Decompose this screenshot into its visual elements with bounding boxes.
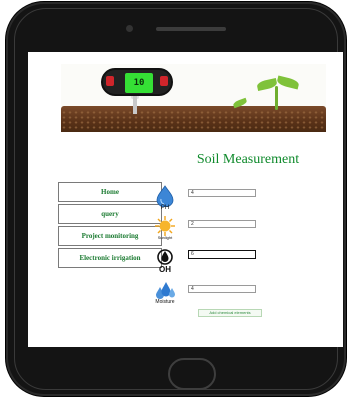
moisture-row: Moisture 4: [150, 279, 290, 309]
ph-input[interactable]: 4: [188, 189, 256, 197]
oh-row: OH 6: [150, 246, 290, 276]
phone-frame: 10 Soil Measurement Home query Project m…: [6, 2, 346, 396]
app-screen: 10 Soil Measurement Home query Project m…: [28, 52, 343, 347]
meter-display: 10: [125, 73, 153, 93]
nav-query[interactable]: query: [58, 204, 162, 224]
earpiece-speaker: [156, 27, 226, 31]
soil-meter-icon: 10: [101, 68, 173, 96]
moisture-input[interactable]: 4: [188, 285, 256, 293]
meter-button-right: [160, 76, 168, 86]
meter-button-left: [106, 76, 114, 86]
front-camera: [126, 25, 133, 32]
sun-icon: [155, 216, 175, 236]
nav-home[interactable]: Home: [58, 182, 162, 202]
home-key[interactable]: [168, 358, 216, 390]
add-chemical-elements-button[interactable]: Add chemical elements: [198, 309, 262, 317]
ph-label: PH: [160, 205, 170, 211]
seedling-stem: [275, 86, 278, 110]
ph-row: PH 4: [150, 185, 290, 215]
page-title: Soil Measurement: [196, 152, 300, 167]
sunlight-label: Sunlight: [157, 235, 173, 240]
meter-probe: [133, 96, 137, 114]
oh-input[interactable]: 6: [188, 250, 256, 259]
nav-electronic-irrigation[interactable]: Electronic irrigation: [58, 248, 162, 268]
moisture-label: Moisture: [155, 299, 175, 305]
sunlight-row: Sunlight 2: [150, 215, 290, 245]
oh-label: OH: [159, 265, 171, 274]
soil-texture: [61, 110, 326, 130]
water-drop-ph-icon: [156, 185, 174, 207]
sunlight-input[interactable]: 2: [188, 220, 256, 228]
soil-meter-banner: 10: [61, 64, 326, 136]
nav-project-monitoring[interactable]: Project monitoring: [58, 226, 162, 246]
water-drops-icon: [156, 282, 175, 299]
side-navigation: Home query Project monitoring Electronic…: [58, 182, 162, 270]
